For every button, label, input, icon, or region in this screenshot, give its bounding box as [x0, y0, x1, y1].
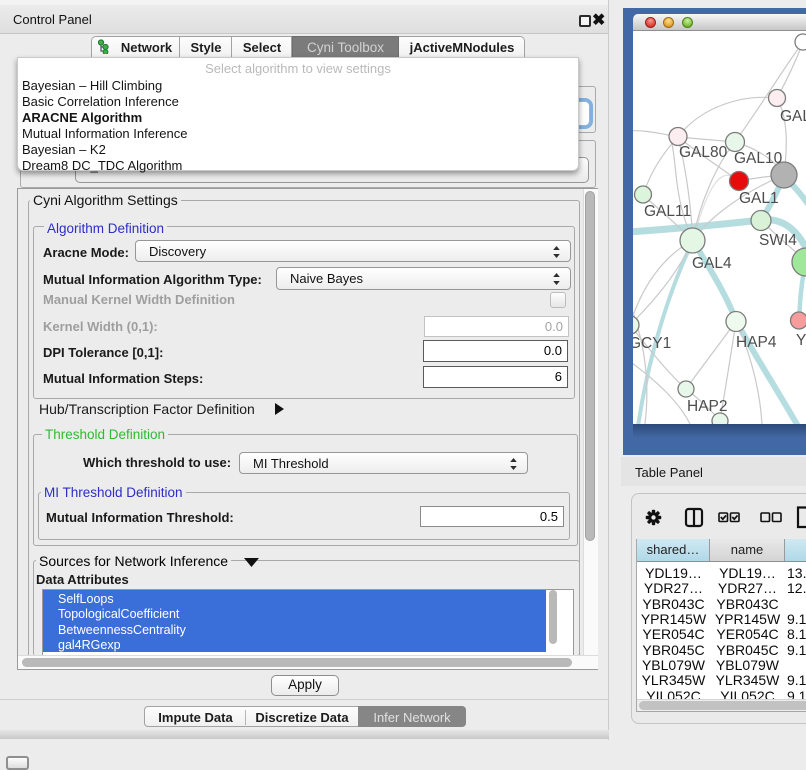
- svg-text:GAL1: GAL1: [739, 190, 779, 207]
- svg-text:GAL10: GAL10: [734, 150, 783, 167]
- svg-text:GCY1: GCY1: [633, 335, 671, 352]
- svg-text:Y: Y: [796, 332, 806, 349]
- svg-text:HAP4: HAP4: [736, 334, 777, 351]
- svg-text:HAP2: HAP2: [687, 398, 728, 415]
- svg-text:GAL4: GAL4: [692, 255, 732, 272]
- svg-text:GAL: GAL: [780, 108, 806, 125]
- svg-text:GAL11: GAL11: [644, 203, 691, 220]
- svg-text:SWI4: SWI4: [759, 232, 797, 249]
- svg-text:GAL80: GAL80: [679, 144, 728, 161]
